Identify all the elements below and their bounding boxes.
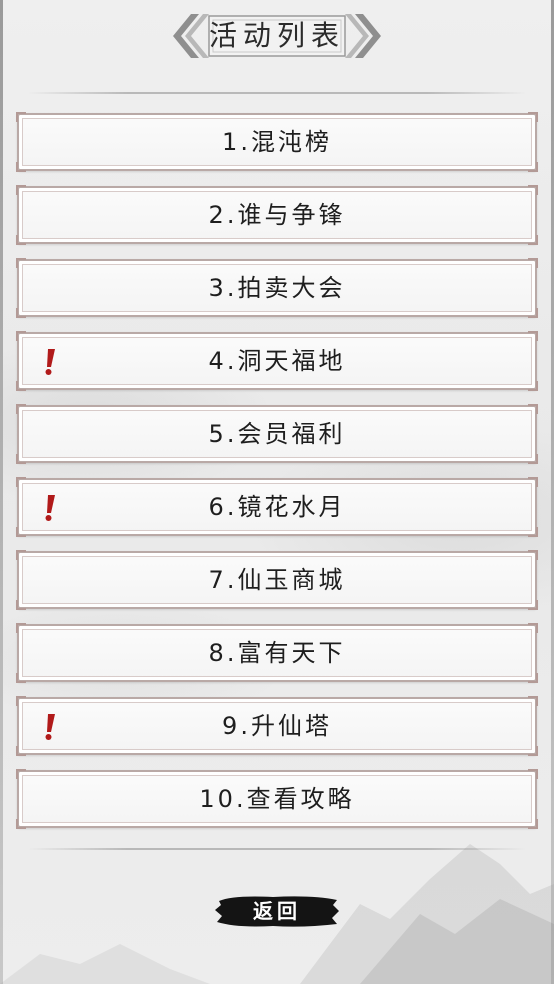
activity-item[interactable]: 9.升仙塔 — [16, 696, 538, 756]
footer-divider — [28, 848, 526, 850]
activity-item-label: 4.洞天福地 — [208, 347, 346, 375]
title-divider — [28, 92, 526, 94]
activity-item-label: 9.升仙塔 — [222, 712, 332, 740]
activity-item[interactable]: 8.富有天下 — [16, 623, 538, 683]
activity-item[interactable]: 7.仙玉商城 — [16, 550, 538, 610]
activity-item[interactable]: 6.镜花水月 — [16, 477, 538, 537]
activity-item-label: 10.查看攻略 — [199, 785, 355, 813]
activity-item[interactable]: 3.拍卖大会 — [16, 258, 538, 318]
title-banner: 活动列表 — [169, 12, 385, 60]
back-button[interactable]: 返回 — [213, 891, 341, 931]
activity-item-label: 1.混沌榜 — [222, 128, 332, 156]
activity-item-label: 6.镜花水月 — [208, 493, 346, 521]
page-title: 活动列表 — [208, 19, 345, 52]
activity-item-label: 8.富有天下 — [208, 639, 346, 667]
activity-item-label: 5.会员福利 — [208, 420, 346, 448]
activity-item[interactable]: 10.查看攻略 — [16, 769, 538, 829]
activity-list: 1.混沌榜 2.谁与争锋 3.拍卖大会 4.洞天福地 5.会员福利 6.镜花水月 7.仙玉商… — [16, 112, 538, 843]
activity-item[interactable]: 4.洞天福地 — [16, 331, 538, 391]
activity-item[interactable]: 2.谁与争锋 — [16, 185, 538, 245]
activity-item-label: 2.谁与争锋 — [208, 201, 346, 229]
activity-item[interactable]: 5.会员福利 — [16, 404, 538, 464]
back-button-label: 返回 — [253, 899, 301, 923]
activity-item-label: 3.拍卖大会 — [208, 274, 346, 302]
activity-item[interactable]: 1.混沌榜 — [16, 112, 538, 172]
activity-item-label: 7.仙玉商城 — [208, 566, 346, 594]
